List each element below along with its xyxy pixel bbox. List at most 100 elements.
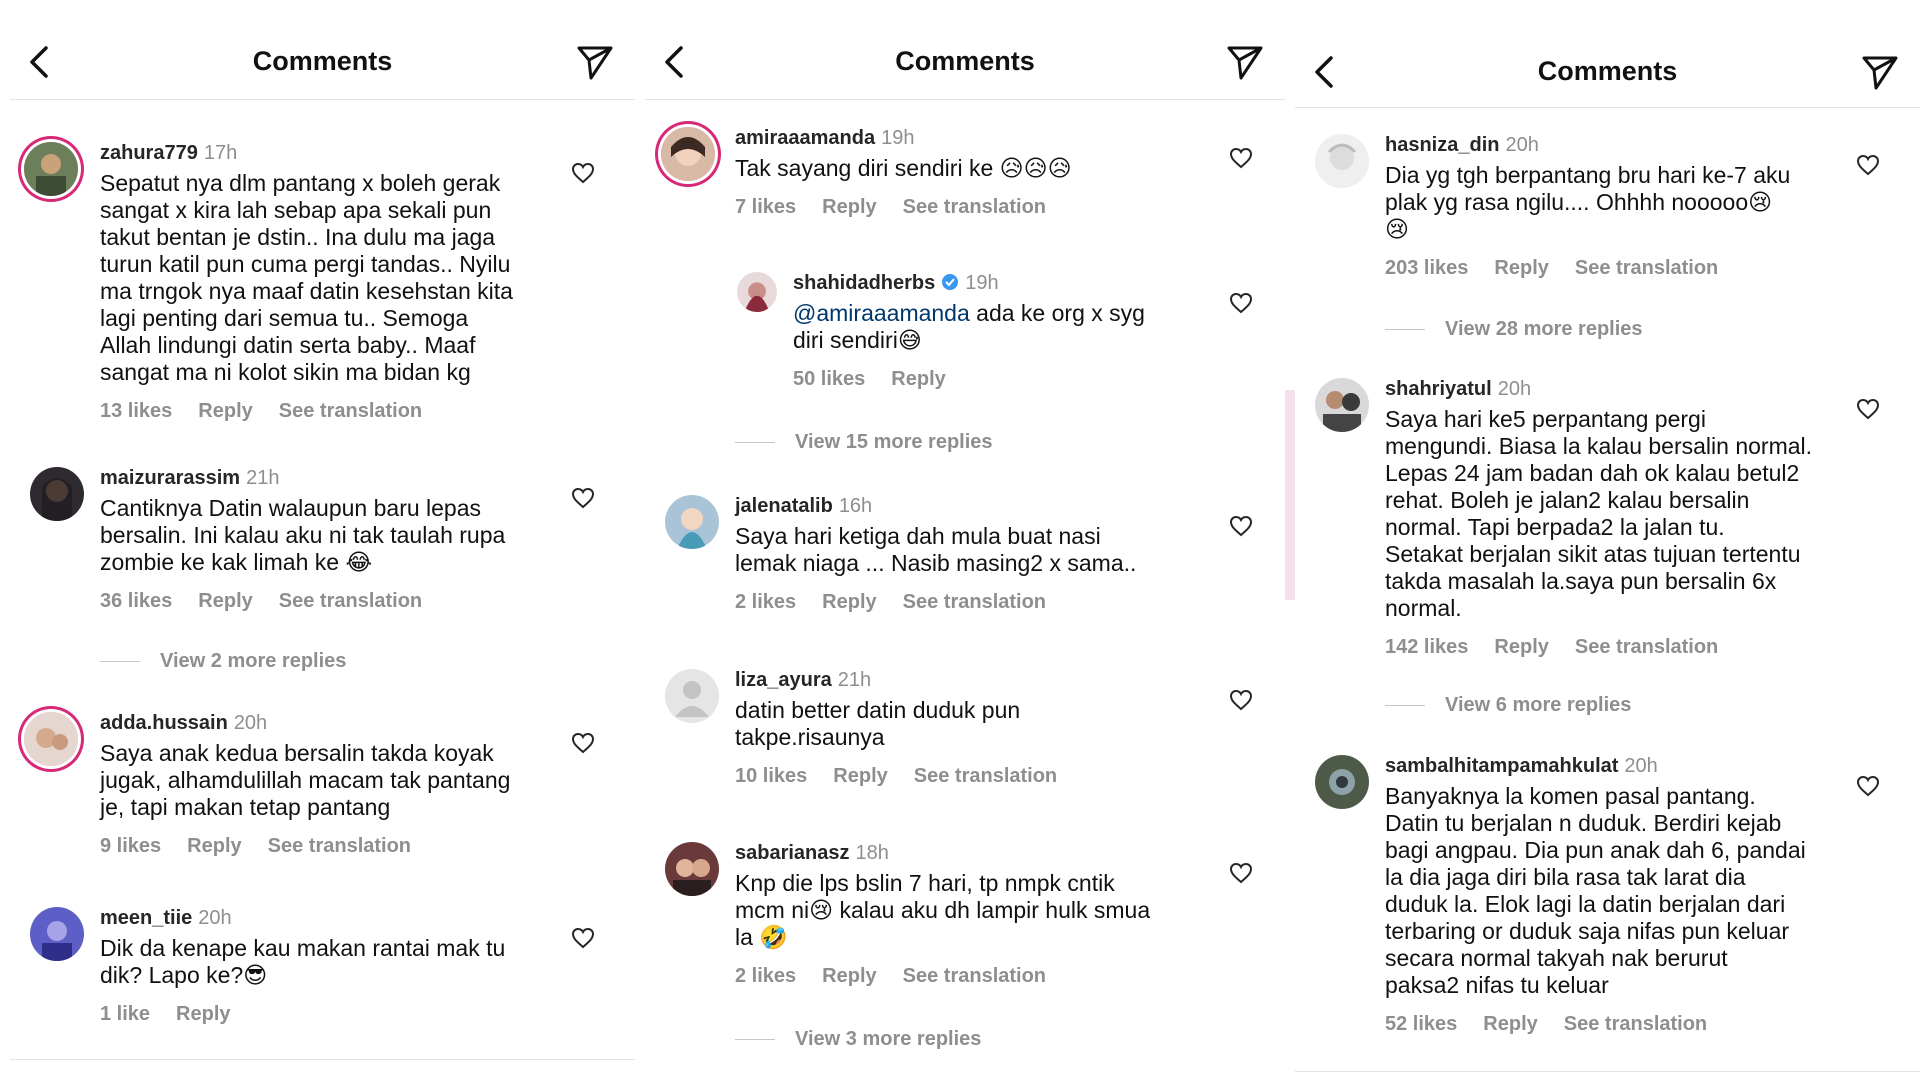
heart-icon[interactable] <box>571 162 595 184</box>
see-translation-button[interactable]: See translation <box>1575 257 1718 279</box>
comment-username[interactable]: shahidadherbs <box>793 272 935 294</box>
reply-button[interactable]: Reply <box>1494 636 1548 658</box>
likes-count[interactable]: 142 likes <box>1385 636 1468 658</box>
comment-username[interactable]: maizurarassim <box>100 467 240 489</box>
likes-count[interactable]: 36 likes <box>100 590 172 612</box>
comment-text: Cantiknya Datin walaupun baru lepas bers… <box>100 495 506 575</box>
heart-icon[interactable] <box>1229 292 1253 314</box>
reply-button[interactable]: Reply <box>891 368 945 390</box>
heart-icon[interactable] <box>1856 775 1880 797</box>
send-icon[interactable] <box>575 42 615 82</box>
comments-header: Comments <box>645 0 1285 100</box>
likes-count[interactable]: 203 likes <box>1385 257 1468 279</box>
reply-button[interactable]: Reply <box>198 590 252 612</box>
reply-button[interactable]: Reply <box>187 835 241 857</box>
comment-text: @amiraaamanda ada ke org x syg diri send… <box>793 300 1145 353</box>
reply-button[interactable]: Reply <box>822 965 876 987</box>
likes-count[interactable]: 9 likes <box>100 835 161 857</box>
comment-username[interactable]: adda.hussain <box>100 712 228 734</box>
view-more-replies-button[interactable]: View 15 more replies <box>735 431 993 454</box>
view-more-replies-button[interactable]: View 6 more replies <box>1385 694 1631 717</box>
see-translation-button[interactable]: See translation <box>268 835 411 857</box>
comment-username[interactable]: sabarianasz <box>735 842 850 864</box>
comments-panel-3: Comments hasniza_din 20h Dia yg tgh berpa… <box>1295 0 1920 1080</box>
heart-icon[interactable] <box>1229 147 1253 169</box>
heart-icon[interactable] <box>1229 862 1253 884</box>
likes-count[interactable]: 2 likes <box>735 965 796 987</box>
verified-badge-icon <box>942 274 959 290</box>
comments-header: Comments <box>1295 0 1920 108</box>
comment-text: Sepatut nya dlm pantang x boleh gerak sa… <box>100 170 513 385</box>
reply-button[interactable]: Reply <box>822 196 876 218</box>
likes-count[interactable]: 13 likes <box>100 400 172 422</box>
reply-button[interactable]: Reply <box>833 765 887 787</box>
see-translation-button[interactable]: See translation <box>1575 636 1718 658</box>
comment-username[interactable]: liza_ayura <box>735 669 832 691</box>
heart-icon[interactable] <box>571 732 595 754</box>
comment-time: 20h <box>233 712 268 734</box>
heart-icon[interactable] <box>1229 515 1253 537</box>
comment-username[interactable]: hasniza_din <box>1385 134 1499 156</box>
heart-icon[interactable] <box>571 927 595 949</box>
heart-icon[interactable] <box>1229 689 1253 711</box>
reply-button[interactable]: Reply <box>1494 257 1548 279</box>
likes-count[interactable]: 52 likes <box>1385 1013 1457 1035</box>
comment-time: 16h <box>838 495 873 517</box>
avatar[interactable] <box>1315 755 1369 809</box>
avatar[interactable] <box>737 272 777 312</box>
see-translation-button[interactable]: See translation <box>279 400 422 422</box>
see-translation-button[interactable]: See translation <box>1564 1013 1707 1035</box>
mention-link[interactable]: @amiraaamanda <box>793 300 970 326</box>
divider <box>735 1039 775 1040</box>
heart-icon[interactable] <box>571 487 595 509</box>
reply-button[interactable]: Reply <box>198 400 252 422</box>
view-more-replies-button[interactable]: View 3 more replies <box>735 1028 981 1051</box>
avatar[interactable] <box>24 712 78 766</box>
comment-text: Saya anak kedua bersalin takda koyak jug… <box>100 740 511 820</box>
avatar[interactable] <box>1315 378 1369 432</box>
likes-count[interactable]: 1 like <box>100 1003 150 1025</box>
likes-count[interactable]: 10 likes <box>735 765 807 787</box>
avatar[interactable] <box>665 669 719 723</box>
comment-username[interactable]: jalenatalib <box>735 495 833 517</box>
see-translation-button[interactable]: See translation <box>279 590 422 612</box>
heart-icon[interactable] <box>1856 398 1880 420</box>
avatar[interactable] <box>665 842 719 896</box>
likes-count[interactable]: 2 likes <box>735 591 796 613</box>
likes-count[interactable]: 50 likes <box>793 368 865 390</box>
send-icon[interactable] <box>1860 52 1900 92</box>
avatar[interactable] <box>30 467 84 521</box>
avatar[interactable] <box>30 907 84 961</box>
comment-username[interactable]: shahriyatul <box>1385 378 1492 400</box>
page-title: Comments <box>1537 56 1678 86</box>
likes-count[interactable]: 7 likes <box>735 196 796 218</box>
comment-username[interactable]: meen_tiie <box>100 907 192 929</box>
heart-icon[interactable] <box>1856 154 1880 176</box>
reply-button[interactable]: Reply <box>176 1003 230 1025</box>
divider <box>1385 705 1425 706</box>
comment-time: 20h <box>1505 134 1539 156</box>
comment-username[interactable]: amiraaamanda <box>735 127 875 149</box>
see-translation-button[interactable]: See translation <box>903 965 1046 987</box>
comment-username[interactable]: sambalhitampamahkulat <box>1385 755 1618 777</box>
comments-panel-1: Comments zahura779 17h Sepatut nya dlm pa… <box>10 0 635 1080</box>
avatar[interactable] <box>24 142 78 196</box>
comment-text: Dik da kenape kau makan rantai mak tu di… <box>100 935 506 988</box>
reply-button[interactable]: Reply <box>1483 1013 1537 1035</box>
view-more-replies-button[interactable]: View 2 more replies <box>100 650 346 673</box>
comment-username[interactable]: zahura779 <box>100 142 198 164</box>
avatar[interactable] <box>665 495 719 549</box>
comment-text: Saya hari ketiga dah mula buat nasi lema… <box>735 523 1137 576</box>
see-translation-button[interactable]: See translation <box>903 591 1046 613</box>
avatar[interactable] <box>661 127 715 181</box>
see-translation-button[interactable]: See translation <box>914 765 1057 787</box>
see-translation-button[interactable]: See translation <box>903 196 1046 218</box>
view-more-replies-button[interactable]: View 28 more replies <box>1385 318 1643 341</box>
send-icon[interactable] <box>1225 42 1265 82</box>
divider <box>100 661 140 662</box>
avatar[interactable] <box>1315 134 1369 188</box>
reply-button[interactable]: Reply <box>822 591 876 613</box>
comment-text: Banyaknya la komen pasal pantang. Datin … <box>1385 783 1806 998</box>
comment-text: datin better datin duduk pun takpe.risau… <box>735 697 1021 750</box>
comment-time: 21h <box>246 467 280 489</box>
